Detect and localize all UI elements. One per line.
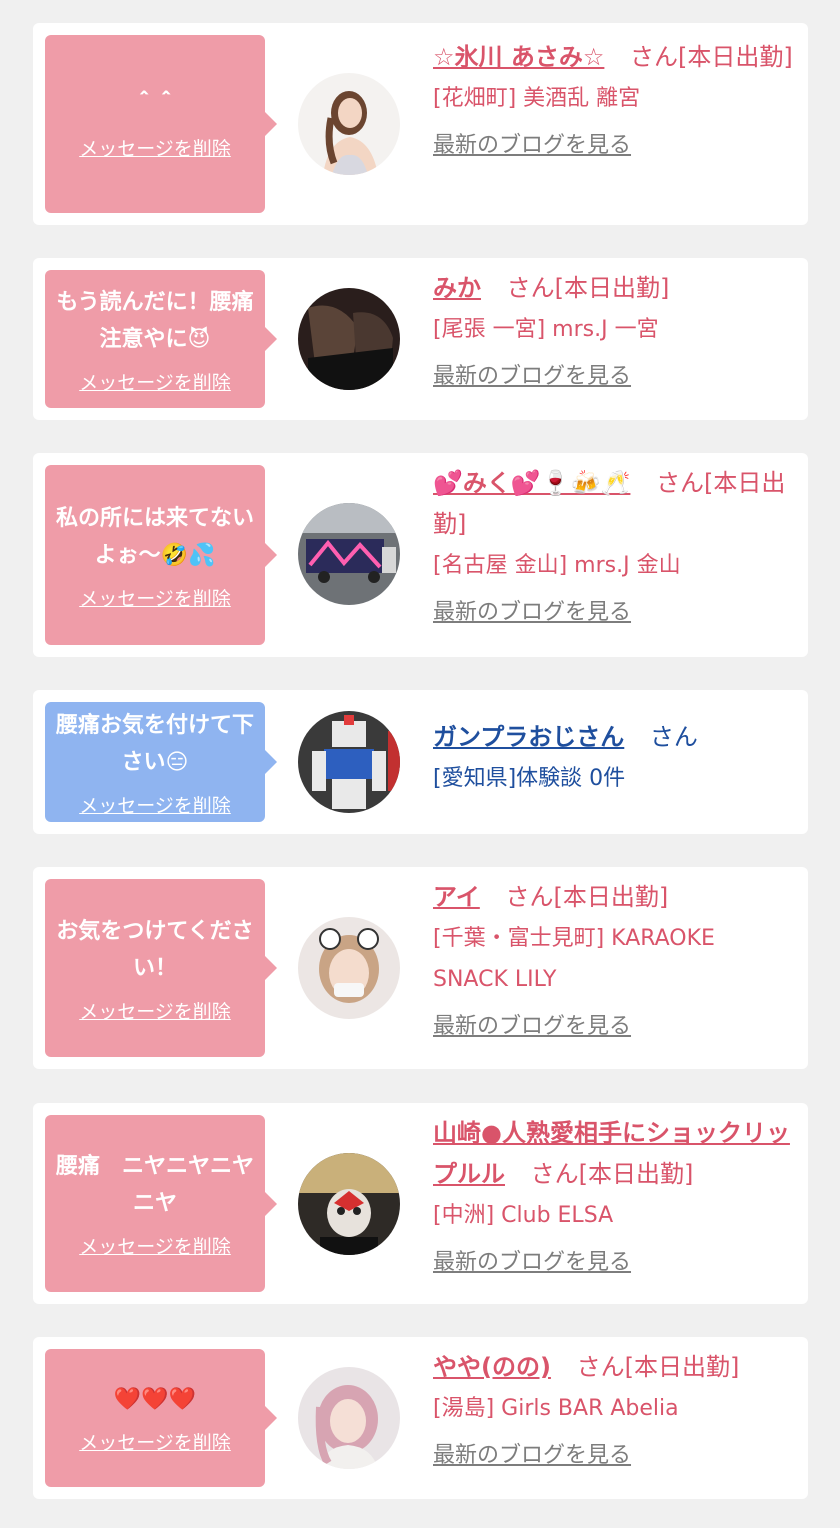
message-card: 腰痛お気を付けて下さい😑 メッセージを削除 ガンプラおじさん さん [愛知県]体… (33, 690, 808, 834)
name-line: 💕みく💕🍷🍻🥂 さん[本日出勤] (433, 463, 793, 545)
legs-photo-icon (298, 288, 400, 390)
shop-text: [尾張 一宮] mrs.J 一宮 (433, 317, 659, 342)
sender-suffix: さん[本日出勤] (576, 1353, 740, 1381)
sender-name-link[interactable]: やや(のの) (433, 1353, 551, 1381)
sender-info: やや(のの) さん[本日出勤] [湯島] Girls BAR Abelia 最新… (433, 1347, 793, 1471)
avatar[interactable] (298, 711, 400, 813)
message-bubble: 腰痛お気を付けて下さい😑 メッセージを削除 (45, 702, 277, 822)
message-text: 腰痛お気を付けて下さい😑 (55, 712, 254, 775)
sender-suffix: さん (649, 723, 698, 751)
blog-link[interactable]: 最新のブログを見る (433, 362, 631, 392)
message-list: ＾＾ メッセージを削除 ☆氷川 あさみ☆ さん[本日出勤] [花畑町] 美酒乱 … (0, 0, 840, 1528)
avatar[interactable] (298, 503, 400, 605)
message-card: 私の所には来てないよぉ〜🤣💦 メッセージを削除 💕みく💕🍷🍻🥂 さん[本日出勤]… (33, 453, 808, 657)
hero-mask-photo-icon (298, 1153, 400, 1255)
name-line: やや(のの) さん[本日出勤] (433, 1347, 793, 1388)
sender-info: ガンプラおじさん さん [愛知県]体験談 0件 (433, 717, 793, 799)
message-bubble: ＾＾ メッセージを削除 (45, 35, 277, 213)
delete-message-link[interactable]: メッセージを削除 (79, 134, 231, 161)
blog-link[interactable]: 最新のブログを見る (433, 1248, 631, 1278)
sender-name-link[interactable]: ☆氷川 あさみ☆ (433, 43, 604, 71)
blog-link[interactable]: 最新のブログを見る (433, 598, 631, 628)
message-card: もう読んだに！腰痛注意やに😈 メッセージを削除 みか さん[本日出勤] [尾張 … (33, 258, 808, 420)
gundam-model-icon (298, 711, 400, 813)
blog-link[interactable]: 最新のブログを見る (433, 131, 631, 161)
pink-hair-photo-icon (298, 1367, 400, 1469)
shop-text: [花畑町] 美酒乱 離宮 (433, 86, 641, 111)
sender-info: アイ さん[本日出勤] [千葉・富士見町] KARAOKE SNACK LILY… (433, 877, 793, 1042)
truck-photo-icon (298, 503, 400, 605)
message-bubble: ❤️❤️❤️ メッセージを削除 (45, 1349, 277, 1487)
sender-info: 💕みく💕🍷🍻🥂 さん[本日出勤] [名古屋 金山] mrs.J 金山 最新のブロ… (433, 463, 793, 628)
woman-portrait-icon (298, 73, 400, 175)
blog-link[interactable]: 最新のブログを見る (433, 1441, 631, 1471)
message-text: もう読んだに！腰痛注意やに😈 (56, 289, 254, 352)
sender-name-link[interactable]: アイ (433, 883, 480, 911)
message-bubble: 腰痛 ニヤニヤニヤニヤ メッセージを削除 (45, 1115, 277, 1292)
sender-name-link[interactable]: ガンプラおじさん (433, 723, 624, 751)
name-line: アイ さん[本日出勤] (433, 877, 793, 918)
sender-suffix: さん[本日出勤] (505, 883, 669, 911)
sender-name-link[interactable]: 💕みく💕🍷🍻🥂 (433, 469, 630, 497)
message-bubble: もう読んだに！腰痛注意やに😈 メッセージを削除 (45, 270, 277, 408)
delete-message-link[interactable]: メッセージを削除 (79, 1428, 231, 1455)
girl-mask-photo-icon (298, 917, 400, 1019)
delete-message-link[interactable]: メッセージを削除 (79, 584, 231, 611)
message-card: お気をつけてください！ メッセージを削除 アイ さん[本日出勤] [千葉・富士見… (33, 867, 808, 1069)
message-text: お気をつけてください！ (56, 918, 254, 981)
sender-name-link[interactable]: みか (433, 274, 481, 302)
delete-message-link[interactable]: メッセージを削除 (79, 368, 231, 395)
sender-info: 山崎●人熟愛相手にショックリップルル さん[本日出勤] [中洲] Club EL… (433, 1113, 793, 1278)
message-text: 私の所には来てないよぉ〜🤣💦 (55, 505, 254, 568)
avatar[interactable] (298, 288, 400, 390)
avatar[interactable] (298, 1153, 400, 1255)
name-line: 山崎●人熟愛相手にショックリップルル さん[本日出勤] (433, 1113, 793, 1195)
blog-link[interactable]: 最新のブログを見る (433, 1012, 631, 1042)
delete-message-link[interactable]: メッセージを削除 (79, 1232, 231, 1259)
sender-info: ☆氷川 あさみ☆ さん[本日出勤] [花畑町] 美酒乱 離宮 最新のブログを見る (433, 37, 793, 161)
message-card: ＾＾ メッセージを削除 ☆氷川 あさみ☆ さん[本日出勤] [花畑町] 美酒乱 … (33, 23, 808, 225)
sender-suffix: さん[本日出勤] (530, 1160, 694, 1188)
message-card: 腰痛 ニヤニヤニヤニヤ メッセージを削除 山崎●人熟愛相手にショックリップルル … (33, 1103, 808, 1304)
name-line: みか さん[本日出勤] (433, 268, 793, 309)
sender-suffix: さん[本日出勤] (506, 274, 670, 302)
delete-message-link[interactable]: メッセージを削除 (79, 997, 231, 1024)
avatar[interactable] (298, 73, 400, 175)
name-line: ガンプラおじさん さん (433, 717, 793, 758)
message-bubble: 私の所には来てないよぉ〜🤣💦 メッセージを削除 (45, 465, 277, 645)
delete-message-link[interactable]: メッセージを削除 (79, 791, 231, 818)
shop-text: [名古屋 金山] mrs.J 金山 (433, 553, 681, 578)
shop-text: [湯島] Girls BAR Abelia (433, 1396, 679, 1421)
avatar[interactable] (298, 1367, 400, 1469)
avatar[interactable] (298, 917, 400, 1019)
message-text: ❤️❤️❤️ (113, 1387, 197, 1412)
sender-info: みか さん[本日出勤] [尾張 一宮] mrs.J 一宮 最新のブログを見る (433, 268, 793, 392)
shop-text: [千葉・富士見町] KARAOKE SNACK LILY (433, 926, 715, 992)
name-line: ☆氷川 あさみ☆ さん[本日出勤] (433, 37, 793, 78)
shop-text: [中洲] Club ELSA (433, 1203, 614, 1228)
message-card: ❤️❤️❤️ メッセージを削除 やや(のの) さん[本日出勤] [湯島] Gir… (33, 1337, 808, 1499)
message-text: 腰痛 ニヤニヤニヤニヤ (55, 1154, 254, 1216)
sender-suffix: さん[本日出勤] (630, 43, 793, 71)
message-bubble: お気をつけてください！ メッセージを削除 (45, 879, 277, 1057)
message-text: ＾＾ (132, 93, 177, 118)
shop-text: [愛知県]体験談 0件 (433, 766, 626, 791)
